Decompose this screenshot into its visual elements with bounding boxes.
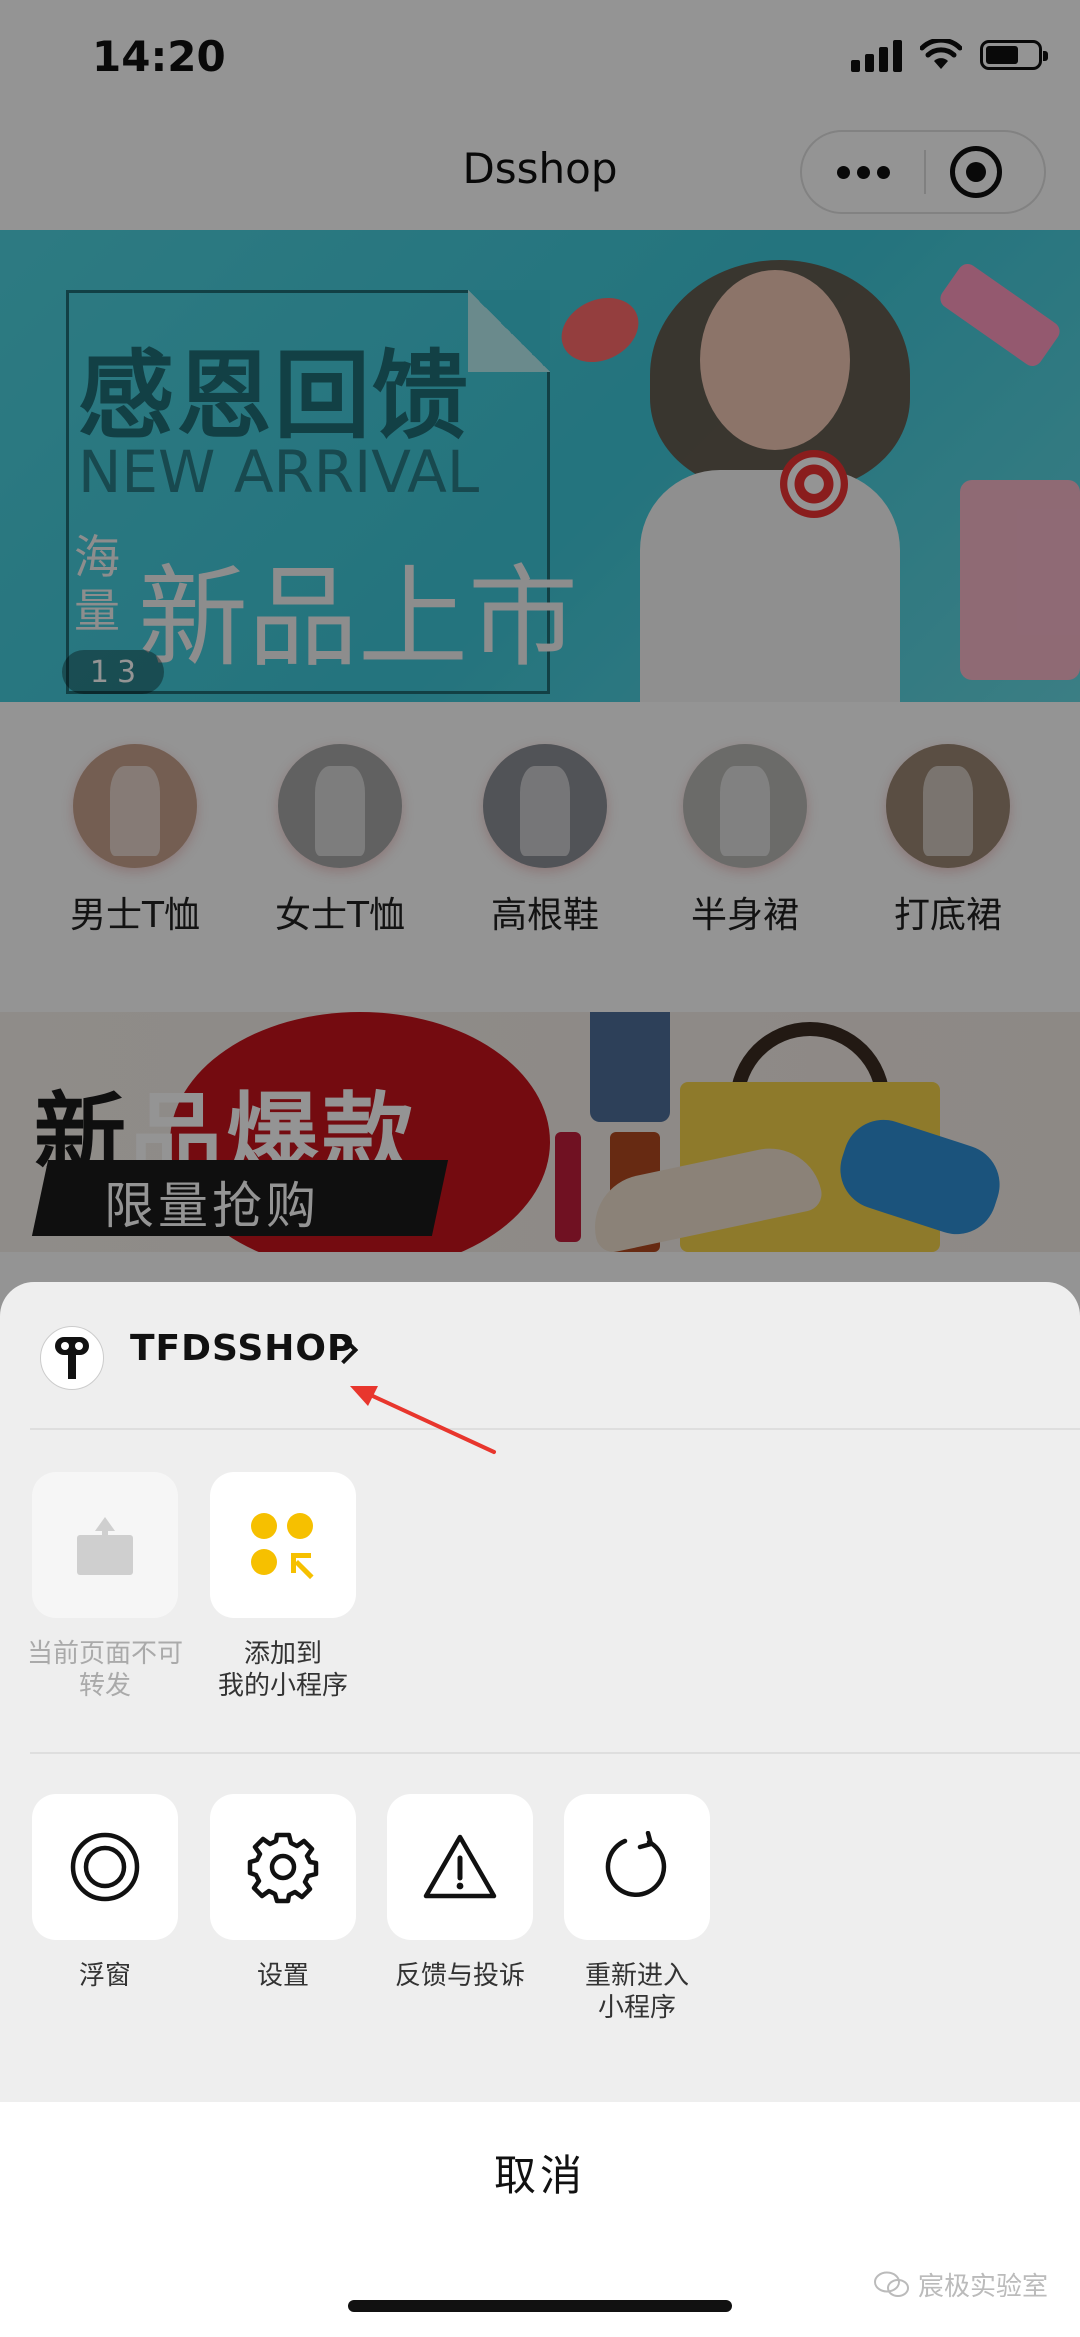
feedback-label: 反馈与投诉: [394, 1961, 525, 1991]
floating-window-button[interactable]: [32, 1794, 178, 1940]
share-label: 当前页面不可 转发: [26, 1639, 183, 1701]
add-to-my-miniprogram-icon: [251, 1513, 315, 1577]
settings-button[interactable]: [210, 1794, 356, 1940]
cancel-button[interactable]: 取消: [0, 2142, 1080, 2203]
settings-label: 设置: [256, 1961, 309, 1991]
feedback-button[interactable]: [387, 1794, 533, 1940]
reenter-miniprogram-label: 重新进入 小程序: [584, 1961, 689, 2023]
miniprogram-name: TFDSSHOP: [130, 1328, 355, 1369]
miniprogram-avatar: [40, 1326, 104, 1390]
wechat-icon: [873, 2271, 909, 2297]
warning-icon: [423, 1834, 497, 1899]
divider: [30, 1752, 1080, 1754]
watermark: 宸极实验室: [873, 2266, 1048, 2303]
gear-icon: [247, 1832, 319, 1904]
add-to-my-miniprogram-label: 添加到 我的小程序: [217, 1639, 348, 1701]
reload-icon: [605, 1831, 667, 1898]
reenter-miniprogram-button[interactable]: [564, 1794, 710, 1940]
annotation-arrow-icon: [350, 1386, 496, 1454]
share-button[interactable]: [32, 1472, 178, 1618]
home-indicator[interactable]: [348, 2300, 732, 2312]
miniprogram-profile-link[interactable]: TFDSSHOP: [0, 1282, 1080, 1428]
share-icon: [77, 1517, 133, 1575]
divider: [30, 1428, 1080, 1430]
floating-window-label: 浮窗: [78, 1961, 131, 1991]
floating-window-icon: [70, 1832, 140, 1902]
add-to-my-miniprogram-button[interactable]: [210, 1472, 356, 1618]
